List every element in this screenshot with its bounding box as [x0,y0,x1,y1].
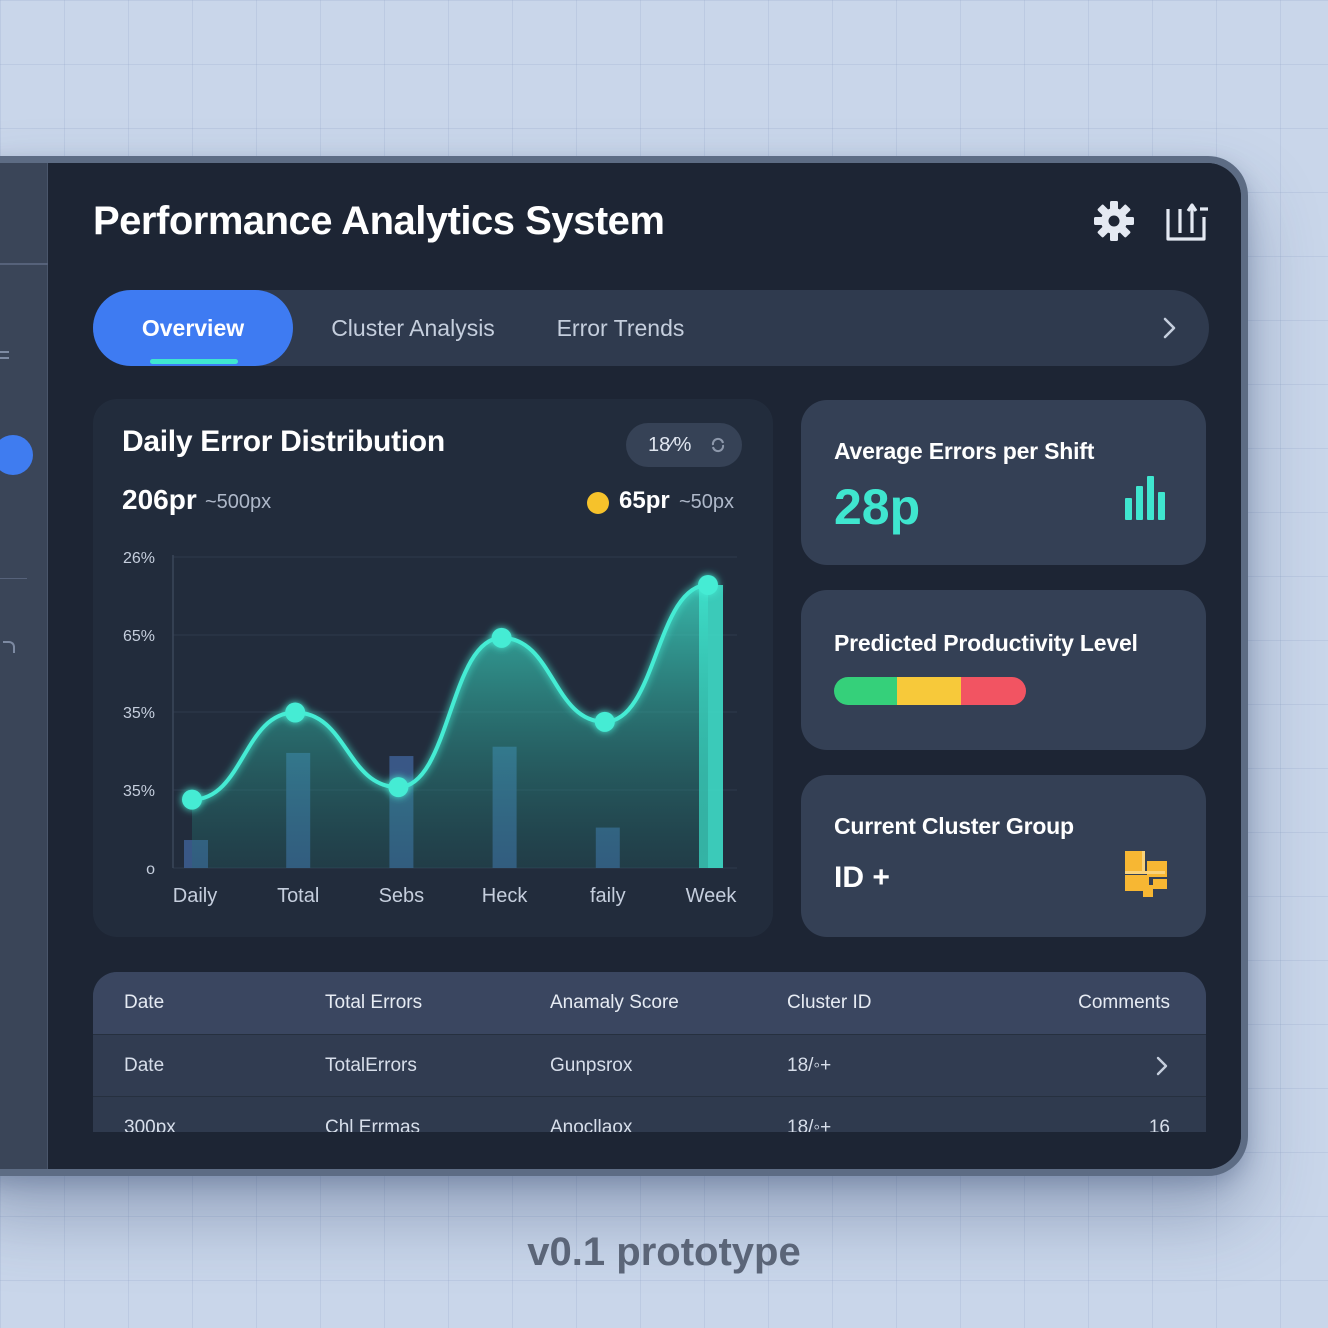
tab-cluster-analysis[interactable]: Cluster Analysis [323,290,503,366]
table-cell: Chl Errmas [325,1117,421,1132]
y-tick-label: 26% [123,550,155,567]
table-row[interactable]: 300px Chl Errmas Anocllaox 18/◦+ 16 [93,1096,1206,1132]
table-cell: 300px [124,1117,176,1132]
table-cell: 16 [1148,1117,1170,1132]
column-header[interactable]: Date [124,972,164,1034]
productivity-level-bar [834,677,1026,705]
table-header-row: Date Total Errors Anamaly Score Cluster … [93,972,1206,1034]
tab-label: Cluster Analysis [331,315,495,341]
gear-icon[interactable] [1092,199,1136,243]
tab-bar: Overview Cluster Analysis Error Trends [93,290,1209,366]
sidebar [0,163,48,1169]
y-tick-label: o [146,861,155,878]
productivity-segment [834,677,898,705]
productivity-segment [897,677,961,705]
productivity-segment [960,677,1026,705]
table-cell: 18/◦+ [787,1055,832,1076]
tab-overview[interactable]: Overview [93,290,293,366]
x-tick-label: Sebs [379,885,425,907]
sidebar-active-indicator[interactable] [0,435,33,475]
x-tick-label: Heck [482,885,529,907]
chart-point [491,627,512,648]
puzzle-icon [1125,851,1167,897]
chart-area-fill [192,584,708,868]
y-tick-label: 35% [123,783,155,800]
table-cell: Anocllaox [550,1117,633,1132]
page-title: Performance Analytics System [93,199,665,243]
chart-point [285,702,306,723]
chart-point [182,789,202,810]
window-content: Performance Analytics System Overview Cl… [0,163,1241,1169]
table-cell: 18/◦+ [787,1117,832,1132]
export-icon[interactable] [1164,199,1208,243]
sidebar-item-icon[interactable] [3,641,15,653]
sidebar-divider [0,578,27,579]
error-distribution-chart: 26% 65% 35% 35% o Daily Total Sebs Heck faily Week [123,550,738,907]
x-tick-label: Daily [173,885,217,907]
column-header[interactable]: Cluster ID [787,972,871,1034]
column-header[interactable]: Total Errors [325,972,422,1034]
chart-card: Daily Error Distribution 18⁄% 206pr ~500… [93,399,773,937]
chart-point [698,574,718,595]
active-tab-indicator [150,359,238,364]
tab-label: Error Trends [556,315,685,341]
x-tick-label: Week [686,885,738,907]
tab-error-trends[interactable]: Error Trends [548,290,693,366]
kpi-value: 28p [834,479,921,535]
chevron-right-icon[interactable] [1155,314,1183,342]
kpi-title: Predicted Productivity Level [834,630,1138,656]
menu-icon[interactable] [0,351,9,353]
table-cell: TotalErrors [325,1055,417,1076]
table-cell: Gunpsrox [550,1055,633,1076]
bar-chart-icon [1125,476,1165,520]
y-tick-label: 35% [123,705,155,722]
chart-point [594,711,615,732]
y-tick-label: 65% [123,628,155,645]
column-header[interactable]: Anamaly Score [550,972,679,1034]
x-tick-label: Total [277,885,319,907]
chevron-right-icon[interactable] [1150,1054,1174,1078]
app-window: Performance Analytics System Overview Cl… [0,156,1248,1176]
productivity-card[interactable]: Predicted Productivity Level [801,590,1206,750]
table-cell: Date [124,1055,165,1076]
data-table: Date Total Errors Anamaly Score Cluster … [93,972,1206,1132]
x-tick-label: faily [590,885,626,907]
sidebar-divider [0,263,48,265]
avg-errors-card[interactable]: Average Errors per Shift 28p [801,400,1206,565]
column-header[interactable]: Comments [1078,972,1170,1034]
main-panel: Performance Analytics System Overview Cl… [48,163,1241,1169]
chart-point [388,777,409,798]
cluster-id-value: ID + [834,861,890,894]
kpi-title: Current Cluster Group [834,813,1074,839]
tab-label: Overview [141,315,245,341]
cluster-group-card[interactable]: Current Cluster Group ID + [801,775,1206,937]
version-caption: v0.1 prototype [527,1230,801,1274]
table-row[interactable]: Date TotalErrors Gunpsrox 18/◦+ [93,1034,1206,1096]
kpi-title: Average Errors per Shift [834,438,1095,464]
